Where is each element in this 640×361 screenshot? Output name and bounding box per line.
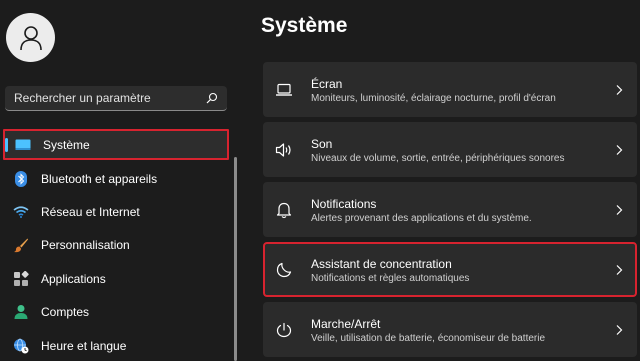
accounts-icon — [13, 304, 29, 320]
sidebar-item-apps[interactable]: Applications — [0, 262, 232, 295]
sidebar-item-label: Personnalisation — [41, 238, 130, 253]
bell-icon — [275, 201, 293, 219]
bluetooth-icon — [13, 170, 29, 187]
search-icon[interactable] — [206, 92, 218, 104]
brush-icon — [13, 237, 29, 253]
setting-card-focus-assist[interactable]: Assistant de concentration Notifications… — [263, 242, 637, 297]
user-icon — [19, 25, 42, 50]
chevron-right-icon — [616, 324, 623, 335]
chevron-right-icon — [616, 84, 623, 95]
laptop-icon — [275, 81, 293, 99]
sidebar-item-network[interactable]: Réseau et Internet — [0, 195, 232, 228]
settings-window: Système Bluetooth et appareils — [0, 0, 640, 361]
sidebar-item-time-language[interactable]: Heure et langue — [0, 329, 232, 361]
sidebar-item-label: Comptes — [41, 305, 90, 320]
sidebar-item-label: Système — [43, 137, 90, 152]
setting-card-power[interactable]: Marche/Arrêt Veille, utilisation de batt… — [263, 302, 637, 357]
setting-title: Assistant de concentration — [311, 257, 452, 271]
setting-card-notifications[interactable]: Notifications Alertes provenant des appl… — [263, 182, 637, 237]
display-icon — [15, 137, 31, 153]
search-input[interactable] — [14, 86, 202, 110]
setting-subtitle: Moniteurs, luminosité, éclairage nocturn… — [311, 93, 556, 104]
chevron-right-icon — [616, 264, 623, 275]
search-box — [5, 86, 227, 111]
setting-title: Son — [311, 137, 333, 151]
sidebar-item-label: Bluetooth et appareils — [41, 171, 158, 186]
sidebar: Système Bluetooth et appareils — [0, 0, 244, 361]
setting-subtitle: Alertes provenant des applications et du… — [311, 213, 532, 224]
sidebar-item-personalization[interactable]: Personnalisation — [0, 229, 232, 262]
apps-icon — [13, 270, 29, 287]
sidebar-nav: Système Bluetooth et appareils Réseau et… — [0, 129, 232, 361]
chevron-right-icon — [616, 144, 623, 155]
globe-clock-icon — [13, 338, 29, 354]
setting-subtitle: Notifications et règles automatiques — [311, 273, 470, 284]
sidebar-item-systeme[interactable]: Système — [3, 129, 229, 160]
setting-card-display[interactable]: Écran Moniteurs, luminosité, éclairage n… — [263, 62, 637, 117]
sidebar-item-bluetooth[interactable]: Bluetooth et appareils — [0, 162, 232, 195]
speaker-icon — [275, 141, 293, 159]
active-indicator — [5, 137, 8, 152]
setting-title: Écran — [311, 77, 343, 91]
sidebar-item-accounts[interactable]: Comptes — [0, 296, 232, 329]
sidebar-item-label: Applications — [41, 271, 106, 286]
setting-subtitle: Veille, utilisation de batterie, économi… — [311, 333, 546, 344]
setting-subtitle: Niveaux de volume, sortie, entrée, périp… — [311, 153, 565, 164]
setting-title: Marche/Arrêt — [311, 317, 381, 331]
user-avatar[interactable] — [6, 13, 55, 62]
moon-icon — [275, 261, 293, 279]
chevron-right-icon — [616, 204, 623, 215]
sidebar-scrollbar[interactable] — [234, 157, 237, 361]
wifi-icon — [13, 204, 29, 220]
sidebar-item-label: Heure et langue — [41, 338, 127, 353]
settings-list: Écran Moniteurs, luminosité, éclairage n… — [263, 62, 637, 361]
setting-card-sound[interactable]: Son Niveaux de volume, sortie, entrée, p… — [263, 122, 637, 177]
sidebar-item-label: Réseau et Internet — [41, 205, 140, 220]
page-title: Système — [261, 14, 348, 37]
power-icon — [275, 321, 293, 339]
setting-title: Notifications — [311, 197, 377, 211]
